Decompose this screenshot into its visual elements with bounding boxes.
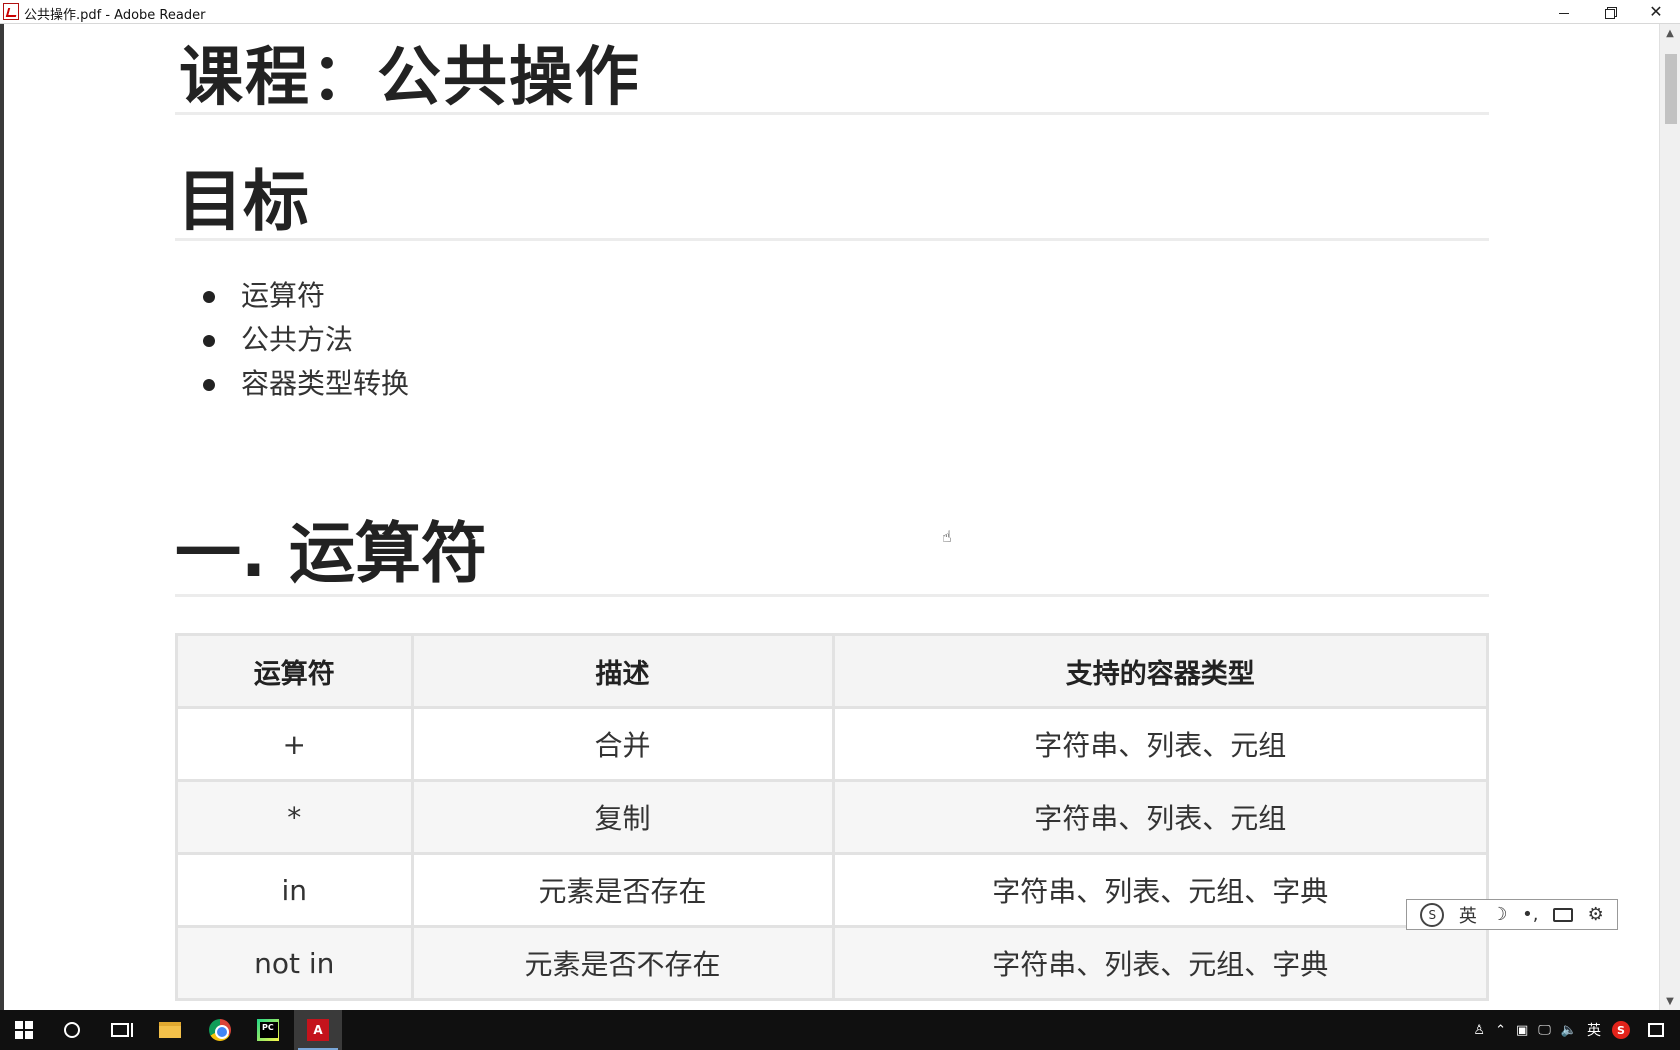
volume-icon[interactable]: 🔈 [1556, 1010, 1582, 1050]
section-heading-operators: 一. 运算符 [175, 515, 488, 592]
keyboard-icon[interactable] [1553, 907, 1574, 922]
table-cell: * [175, 779, 414, 855]
course-title: 课程：公共操作 [179, 41, 641, 115]
table-cell: 字符串、列表、元组、字典 [831, 852, 1490, 928]
cortana-button[interactable] [48, 1010, 96, 1050]
table-row: not in 元素是否不存在 字符串、列表、元组、字典 [175, 925, 1490, 1001]
input-language-indicator[interactable]: 英 [1582, 1010, 1606, 1050]
table-cell: 字符串、列表、元组、字典 [831, 925, 1490, 1001]
people-icon[interactable]: ♙ [1468, 1010, 1490, 1050]
table-cell: 元素是否存在 [410, 852, 835, 928]
scroll-up-arrow-icon[interactable]: ▲ [1660, 24, 1680, 42]
list-item-text: 容器类型转换 [241, 367, 410, 400]
table-cell: 元素是否不存在 [410, 925, 835, 1001]
table-cell: + [175, 706, 414, 782]
table-row: in 元素是否存在 字符串、列表、元组、字典 [175, 852, 1490, 928]
file-explorer-icon [159, 1022, 181, 1038]
table-row: * 复制 字符串、列表、元组 [175, 779, 1490, 855]
minimize-icon [1559, 12, 1569, 14]
goals-heading: 目标 [177, 163, 309, 240]
table-cell: 合并 [410, 706, 835, 782]
ime-mode-toggle[interactable]: 英 [1459, 902, 1477, 928]
list-item-text: 运算符 [241, 279, 326, 312]
heading-divider [175, 112, 1489, 115]
cortana-icon [64, 1022, 80, 1038]
table-row: + 合并 字符串、列表、元组 [175, 706, 1490, 782]
sogou-logo-icon[interactable]: S [1420, 902, 1445, 927]
file-explorer-button[interactable] [146, 1010, 194, 1050]
bullet-icon [203, 379, 215, 391]
adobe-reader-taskbar-button[interactable]: A [294, 1010, 342, 1050]
window-title: 公共操作.pdf - Adobe Reader [24, 8, 206, 23]
column-header: 支持的容器类型 [831, 633, 1490, 709]
pycharm-button[interactable] [244, 1010, 292, 1050]
table-cell: 字符串、列表、元组 [831, 706, 1490, 782]
punctuation-icon[interactable]: •, [1522, 904, 1538, 925]
heading-divider [175, 238, 1489, 241]
table-header-row: 运算符 描述 支持的容器类型 [175, 633, 1490, 709]
scrollbar-thumb[interactable] [1665, 54, 1677, 124]
list-item: 容器类型转换 [203, 362, 409, 406]
list-item-text: 公共方法 [241, 323, 354, 356]
bullet-icon [203, 291, 215, 303]
network-icon[interactable]: 🖵 [1533, 1010, 1556, 1050]
pycharm-icon [257, 1019, 279, 1041]
sogou-tray-icon[interactable]: S [1612, 1021, 1630, 1039]
restore-icon [1605, 7, 1617, 19]
moon-icon[interactable]: ☽ [1491, 904, 1507, 925]
start-icon [15, 1021, 33, 1039]
bullet-icon [203, 335, 215, 347]
security-icon[interactable]: ▣ [1511, 1010, 1533, 1050]
title-bar: 公共操作.pdf - Adobe Reader ✕ [0, 0, 1680, 24]
close-icon: ✕ [1649, 2, 1663, 21]
chrome-icon [209, 1019, 231, 1041]
scroll-down-arrow-icon[interactable]: ▼ [1660, 992, 1680, 1010]
chrome-button[interactable] [196, 1010, 244, 1050]
action-center-icon[interactable] [1648, 1023, 1664, 1037]
taskbar: A ♙ ⌃ ▣ 🖵 🔈 英 S [0, 1010, 1680, 1050]
table-cell: 字符串、列表、元组 [831, 779, 1490, 855]
ime-toolbar[interactable]: S 英 ☽ •, ⚙ [1406, 899, 1618, 930]
gear-icon[interactable]: ⚙ [1588, 904, 1604, 925]
task-view-icon [111, 1023, 133, 1037]
adobe-reader-app-icon[interactable] [3, 3, 19, 20]
list-item: 运算符 [203, 274, 409, 318]
column-header: 描述 [410, 633, 835, 709]
table-cell: in [175, 852, 414, 928]
list-item: 公共方法 [203, 318, 409, 362]
operator-table: 运算符 描述 支持的容器类型 + 合并 字符串、列表、元组 * 复制 字符串、列… [175, 633, 1490, 1001]
adobe-reader-icon: A [307, 1019, 329, 1041]
close-button[interactable]: ✕ [1633, 0, 1679, 24]
hand-cursor-icon: ☝ [942, 527, 952, 546]
table-cell: 复制 [410, 779, 835, 855]
vertical-scrollbar[interactable]: ▲ ▼ [1659, 24, 1680, 1010]
table-cell: not in [175, 925, 414, 1001]
system-tray: ♙ ⌃ ▣ 🖵 🔈 英 S [1468, 1010, 1680, 1050]
minimize-button[interactable] [1541, 0, 1587, 24]
heading-divider [175, 594, 1489, 597]
show-hidden-icons-chevron-icon[interactable]: ⌃ [1490, 1010, 1511, 1050]
column-header: 运算符 [175, 633, 414, 709]
restore-button[interactable] [1587, 0, 1633, 24]
document-viewport[interactable]: 课程：公共操作 目标 运算符 公共方法 容器类型转换 一. 运算符 运算符 描述… [4, 24, 1659, 1010]
start-button[interactable] [0, 1010, 48, 1050]
goals-list: 运算符 公共方法 容器类型转换 [203, 274, 409, 406]
task-view-button[interactable] [96, 1010, 144, 1050]
